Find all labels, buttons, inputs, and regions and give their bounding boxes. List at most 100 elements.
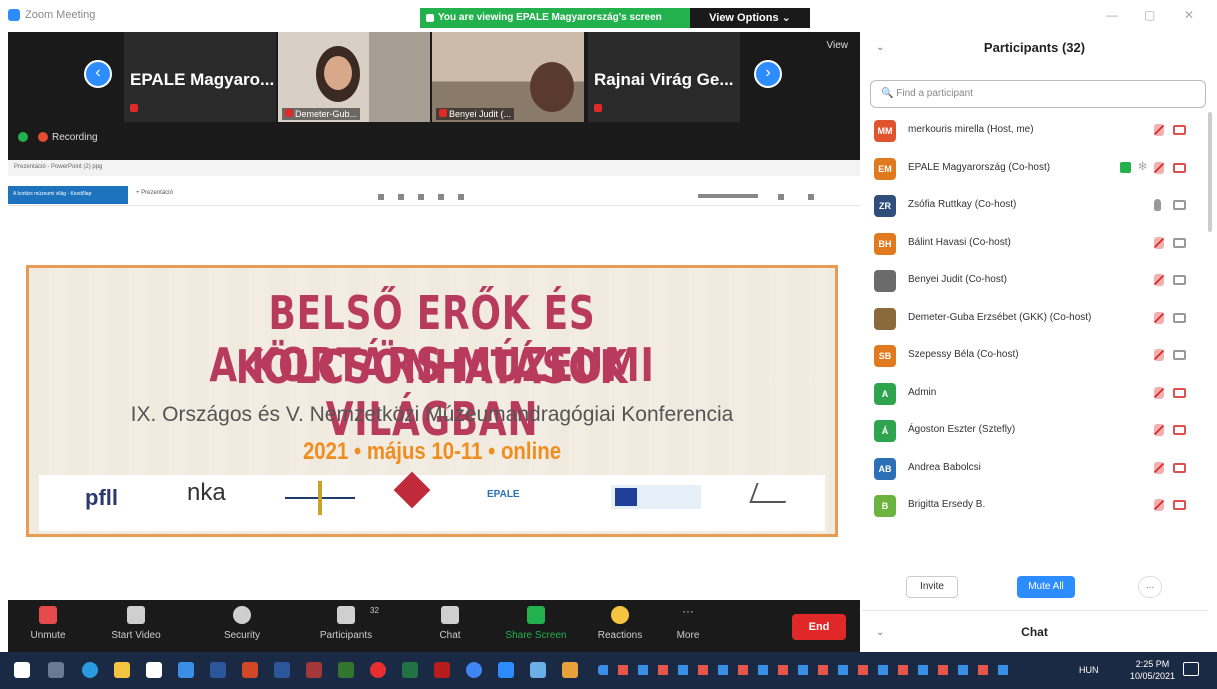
video-off-icon[interactable] — [1173, 387, 1186, 398]
powerpoint-icon[interactable] — [242, 662, 258, 678]
system-tray-icons[interactable] — [598, 665, 1018, 675]
participant-face — [530, 62, 574, 112]
mute-all-button[interactable]: Mute All — [1017, 576, 1075, 598]
participant-row[interactable]: Benyei Judit (Co-host) — [862, 262, 1207, 300]
word-icon[interactable] — [210, 662, 226, 678]
excel-icon[interactable] — [402, 662, 418, 678]
video-icon[interactable] — [1173, 200, 1186, 210]
video-icon[interactable] — [1173, 275, 1186, 285]
invite-button[interactable]: Invite — [906, 576, 958, 598]
muted-microphone-icon[interactable] — [1154, 311, 1164, 324]
participant-row[interactable]: A Admin — [862, 375, 1207, 413]
minimize-icon[interactable]: — — [1106, 8, 1118, 22]
participant-row[interactable]: Demeter-Guba Erzsébet (GKK) (Co-host) — [862, 300, 1207, 338]
video-off-icon[interactable] — [1173, 125, 1186, 135]
participant-row[interactable]: SB Szepessy Béla (Co-host) — [862, 337, 1207, 375]
muted-microphone-icon[interactable] — [1154, 236, 1164, 249]
start-video-button[interactable]: Start Video — [100, 606, 172, 641]
recording-dot-icon — [38, 132, 48, 143]
chat-title: Chat — [1021, 625, 1048, 639]
window-titlebar: Zoom Meeting You are viewing EPALE Magya… — [0, 0, 860, 32]
participant-avatar: A — [874, 382, 896, 405]
participant-name: Zsófia Ruttkay (Co-host) — [908, 199, 1017, 210]
next-page-button[interactable]: › — [754, 60, 782, 88]
unmute-button[interactable]: Unmute — [12, 606, 84, 641]
chrome-icon[interactable] — [466, 662, 482, 678]
shared-new-tab: + Prezentáció — [136, 190, 173, 196]
participant-row[interactable]: ZR Zsófia Ruttkay (Co-host) — [862, 187, 1207, 225]
acrobat-icon[interactable] — [434, 662, 450, 678]
participant-name: Bálint Havasi (Co-host) — [908, 236, 1011, 248]
more-dots-icon: ··· — [682, 604, 694, 618]
muted-microphone-icon[interactable] — [1154, 499, 1164, 511]
zoom-icon[interactable] — [498, 662, 514, 678]
task-view-icon[interactable] — [48, 662, 64, 678]
video-off-icon[interactable] — [1173, 162, 1186, 173]
notifications-icon[interactable] — [1183, 662, 1199, 676]
toolbar-icon — [398, 194, 404, 200]
microphone-icon[interactable] — [1154, 199, 1161, 211]
participant-row[interactable]: MM merkouris mirella (Host, me) — [862, 112, 1207, 150]
more-button[interactable]: ··· More — [652, 604, 724, 641]
video-off-icon[interactable] — [1173, 500, 1186, 510]
edge-icon[interactable] — [82, 662, 98, 678]
muted-icon — [130, 104, 138, 112]
shared-active-tab: A kortárs múzeumi világ - Kezdőlap — [8, 186, 128, 204]
video-off-icon — [127, 606, 145, 624]
window-title: Zoom Meeting — [25, 9, 96, 21]
participant-row[interactable]: BH Bálint Havasi (Co-host) — [862, 225, 1207, 263]
chat-button[interactable]: Chat — [414, 606, 486, 641]
participant-row[interactable]: B Brigitta Ersedy B. — [862, 487, 1207, 525]
video-icon[interactable] — [1173, 237, 1186, 248]
muted-microphone-icon[interactable] — [1154, 274, 1164, 286]
video-icon[interactable] — [1173, 350, 1186, 360]
app-icon[interactable] — [562, 662, 578, 678]
participant-row[interactable]: EM EPALE Magyarország (Co-host) ✻ — [862, 150, 1207, 188]
access-icon[interactable] — [306, 662, 322, 678]
muted-microphone-icon[interactable] — [1154, 386, 1164, 399]
video-tile-rajnai: Rajnai Virág Ge... — [588, 32, 740, 122]
maximize-icon[interactable]: ▢ — [1144, 8, 1155, 22]
store-icon[interactable] — [146, 662, 162, 678]
slide-date: 2021 • május 10-11 • online — [302, 438, 562, 465]
project-icon[interactable] — [338, 662, 354, 678]
word-icon[interactable] — [274, 662, 290, 678]
muted-microphone-icon[interactable] — [1154, 461, 1164, 474]
reactions-button[interactable]: Reactions — [584, 606, 656, 641]
participants-scrollbar[interactable] — [1208, 112, 1212, 232]
participant-row[interactable]: Á Ágoston Eszter (Sztefly) — [862, 412, 1207, 450]
muted-microphone-icon[interactable] — [1154, 349, 1164, 361]
pfll-logo: pfll — [85, 485, 118, 510]
toolbar-icon — [378, 194, 384, 200]
video-off-icon[interactable] — [1173, 425, 1186, 435]
previous-page-button[interactable]: ‹ — [84, 60, 112, 88]
photos-icon[interactable] — [530, 662, 546, 678]
view-options-button[interactable]: View Options ⌄ — [690, 8, 810, 28]
muted-microphone-icon[interactable] — [1154, 124, 1164, 136]
slide-headline-line2: A KORTÁRS MÚZEUMI VILÁGBAN — [209, 338, 655, 446]
association-logo — [743, 477, 803, 517]
security-button[interactable]: Security — [206, 606, 278, 641]
video-off-icon[interactable] — [1173, 462, 1186, 473]
video-icon[interactable] — [1173, 312, 1186, 323]
file-explorer-icon[interactable] — [114, 662, 130, 678]
end-meeting-button[interactable]: End — [792, 614, 846, 640]
share-screen-button[interactable]: Share Screen — [500, 606, 572, 641]
view-button[interactable]: View — [827, 40, 849, 51]
muted-microphone-icon[interactable] — [1154, 161, 1164, 174]
sponsor-logos: pfll nka EPALE — [39, 471, 825, 531]
participant-avatar: MM — [874, 120, 896, 142]
system-clock[interactable]: 2:25 PM 10/05/2021 — [1130, 658, 1175, 682]
opera-icon[interactable] — [370, 662, 386, 678]
banner-text: You are viewing EPALE Magyarország's scr… — [438, 12, 662, 23]
participant-row[interactable]: AB Andrea Babolcsi — [862, 450, 1207, 488]
input-language[interactable]: HUN — [1079, 665, 1099, 675]
participant-avatar: SB — [874, 345, 896, 367]
muted-microphone-icon[interactable] — [1154, 424, 1164, 436]
mail-icon[interactable] — [178, 662, 194, 678]
toolbar-icon — [778, 194, 784, 200]
close-icon[interactable]: ✕ — [1184, 8, 1194, 22]
more-options-button[interactable]: ... — [1138, 576, 1162, 598]
start-icon[interactable] — [14, 662, 30, 678]
find-participant-input[interactable]: 🔍 Find a participant — [870, 80, 1206, 108]
